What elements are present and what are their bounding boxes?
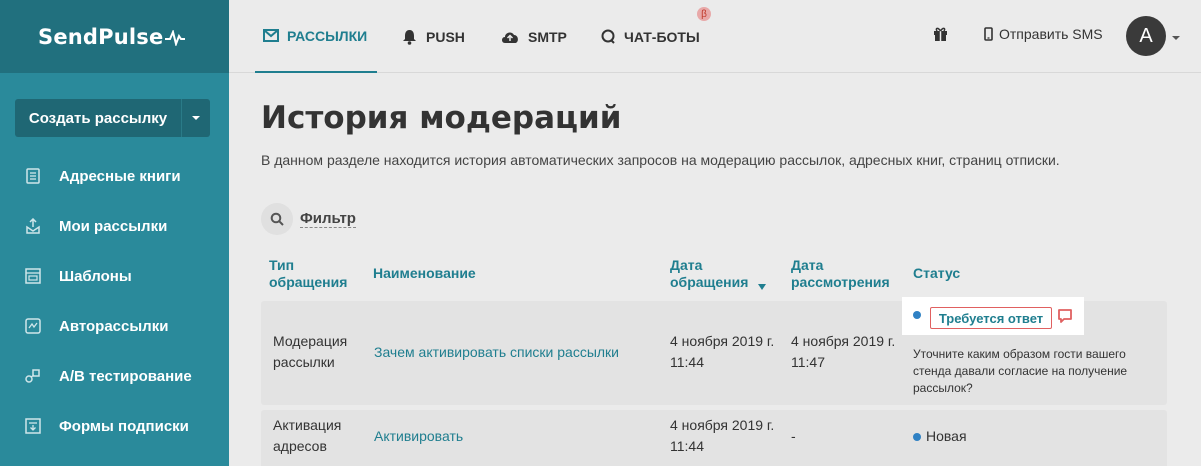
sidebar-item-ab-testing[interactable]: A/B тестирование — [0, 351, 229, 401]
chevron-down-icon — [192, 116, 200, 120]
cloud-icon — [500, 30, 520, 44]
cell-type: Модерация рассылки — [273, 333, 348, 370]
column-header-name[interactable]: Наименование — [373, 265, 476, 282]
moderator-note: Уточните каким образом гости вашего стен… — [913, 347, 1128, 395]
sidebar-item-label: Авторассылки — [59, 317, 169, 335]
chevron-down-icon[interactable] — [1172, 36, 1180, 40]
page-description: В данном разделе находится история автом… — [261, 152, 1060, 168]
activate-link[interactable]: Активировать — [374, 426, 463, 447]
brand-logo[interactable]: SendPulse — [38, 24, 186, 49]
comment-icon[interactable] — [1057, 308, 1073, 329]
status-dot — [913, 311, 921, 319]
phone-icon — [984, 27, 993, 41]
gift-icon[interactable] — [933, 26, 948, 47]
tab-label: SMTP — [528, 28, 567, 45]
create-campaign-button[interactable]: Создать рассылку — [15, 99, 181, 137]
brand-name: SendPulse — [38, 24, 164, 49]
sidebar-item-my-campaigns[interactable]: Мои рассылки — [0, 201, 229, 251]
mail-icon — [263, 29, 279, 42]
tab-label: РАССЫЛКИ — [287, 27, 368, 44]
tab-smtp[interactable]: SMTP — [500, 0, 567, 73]
send-sms-label: Отправить SMS — [999, 26, 1103, 42]
cell-review-date: - — [791, 428, 796, 444]
tab-label: ЧАТ-БОТЫ — [624, 28, 700, 45]
send-sms-button[interactable]: Отправить SMS — [984, 0, 1103, 68]
templates-icon — [25, 268, 41, 284]
logo-bar: SendPulse — [0, 0, 229, 73]
automation-icon — [25, 318, 41, 334]
sidebar-nav: Адресные книги Мои рассылки Шаблоны Авто… — [0, 151, 229, 451]
filter-toggle[interactable]: Фильтр — [261, 203, 356, 235]
campaigns-icon — [25, 218, 41, 234]
column-header-status[interactable]: Статус — [913, 265, 960, 282]
cell-type: Активация адресов — [273, 417, 342, 454]
sidebar-item-subscription-forms[interactable]: Формы подписки — [0, 401, 229, 451]
page-title: История модераций — [261, 100, 622, 136]
column-header-date[interactable]: Дата обращения — [670, 257, 760, 291]
column-header-type[interactable]: Тип обращения — [269, 257, 359, 291]
forms-icon — [25, 418, 41, 434]
chat-icon — [601, 29, 616, 44]
sidebar-item-label: Шаблоны — [59, 267, 132, 285]
column-header-review-date[interactable]: Дата рассмотрения — [791, 257, 901, 291]
sidebar-item-automation[interactable]: Авторассылки — [0, 301, 229, 351]
tab-campaigns[interactable]: РАССЫЛКИ — [255, 0, 377, 73]
sort-desc-icon[interactable] — [758, 284, 766, 290]
status-label: Новая — [926, 428, 967, 444]
cell-review-date: 4 ноября 2019 г. 11:47 — [791, 333, 896, 370]
create-campaign-group: Создать рассылку — [15, 99, 210, 137]
sidebar-item-templates[interactable]: Шаблоны — [0, 251, 229, 301]
sidebar-item-label: Адресные книги — [59, 167, 181, 185]
avatar[interactable]: A — [1126, 16, 1166, 56]
sidebar-item-label: A/B тестирование — [59, 367, 192, 385]
bell-icon — [401, 29, 418, 45]
sidebar-item-label: Формы подписки — [59, 417, 189, 435]
address-book-icon — [25, 168, 41, 184]
create-campaign-dropdown[interactable] — [181, 99, 210, 137]
reply-required-button[interactable]: Требуется ответ — [930, 307, 1052, 329]
top-nav: РАССЫЛКИ PUSH SMTP ЧАТ-БОТЫ β Отправить … — [229, 0, 1201, 73]
sidebar: SendPulse Создать рассылку Адресные книг… — [0, 0, 229, 466]
pulse-icon — [165, 29, 186, 46]
campaign-link[interactable]: Зачем активировать списки рассылки — [374, 342, 619, 363]
search-icon — [261, 203, 293, 235]
ab-test-icon — [25, 368, 41, 384]
tab-chatbots[interactable]: ЧАТ-БОТЫ — [601, 0, 700, 73]
sidebar-item-address-books[interactable]: Адресные книги — [0, 151, 229, 201]
cell-date: 4 ноября 2019 г. 11:44 — [670, 417, 775, 454]
filter-label: Фильтр — [300, 210, 356, 228]
cell-date: 4 ноября 2019 г. 11:44 — [670, 333, 775, 370]
tab-label: PUSH — [426, 28, 465, 45]
status-dot — [913, 433, 921, 442]
status-new: Новая — [913, 426, 967, 447]
sidebar-item-label: Мои рассылки — [59, 217, 168, 235]
beta-badge: β — [697, 7, 711, 21]
tab-push[interactable]: PUSH — [401, 0, 465, 73]
